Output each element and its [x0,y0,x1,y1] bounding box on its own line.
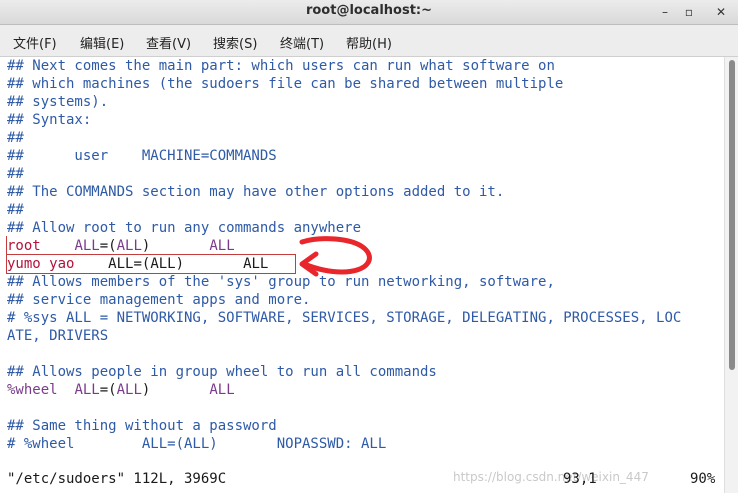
comment-line: ## systems). [7,94,109,110]
comment-line: ## Next comes the main part: which users… [7,58,555,74]
comment-line: ## Syntax: [7,112,92,128]
menu-bar: 文件(F) 编辑(E) 查看(V) 搜索(S) 终端(T) 帮助(H) [0,25,738,57]
comment-line: ## user MACHINE=COMMANDS [7,148,277,164]
comment-line: ## [7,166,24,182]
file-status: "/etc/sudoers" 112L, 3969C [7,471,227,487]
cursor-position: 93,1 [563,471,597,487]
highlight-box-edge [6,236,7,256]
minimize-button[interactable]: – [656,3,674,21]
comment-line: ## [7,202,24,218]
maximize-button[interactable]: ▫ [680,3,698,21]
comment-line: ## Allows members of the 'sys' group to … [7,274,555,290]
rule-user: %wheel [7,382,58,398]
close-button[interactable]: ✕ [712,3,730,21]
comment-line: # %wheel ALL=(ALL) NOPASSWD: ALL [7,436,387,452]
scroll-percent: 90% [690,471,716,487]
highlight-box [6,254,296,274]
sudoers-rule-root: root ALL=(ALL) ALL [7,238,235,254]
comment-line: # %sys ALL = NETWORKING, SOFTWARE, SERVI… [7,310,682,326]
comment-line: ATE, DRIVERS [7,328,109,344]
comment-line: ## Allows people in group wheel to run a… [7,364,437,380]
comment-line: ## [7,130,24,146]
comment-line: ## The COMMANDS section may have other o… [7,184,505,200]
window-title: root@localhost:~ [305,3,433,18]
menu-search[interactable]: 搜索(S) [213,33,257,52]
menu-help[interactable]: 帮助(H) [346,33,392,52]
menu-edit[interactable]: 编辑(E) [80,33,124,52]
comment-line: ## Same thing without a password [7,418,277,434]
sudoers-rule-wheel: %wheel ALL=(ALL) ALL [7,382,235,398]
menu-terminal[interactable]: 终端(T) [280,33,324,52]
rule-user: root [7,238,41,254]
menu-file[interactable]: 文件(F) [13,33,57,52]
red-arrow-annotation [299,236,372,277]
title-bar: root@localhost:~ – ▫ ✕ [0,0,738,25]
scrollbar-thumb[interactable] [729,60,735,370]
comment-line: ## service management apps and more. [7,292,311,308]
comment-line: ## which machines (the sudoers file can … [7,76,564,92]
watermark: https://blog.csdn.net/weixin_447 [453,470,649,484]
menu-view[interactable]: 查看(V) [146,33,191,52]
